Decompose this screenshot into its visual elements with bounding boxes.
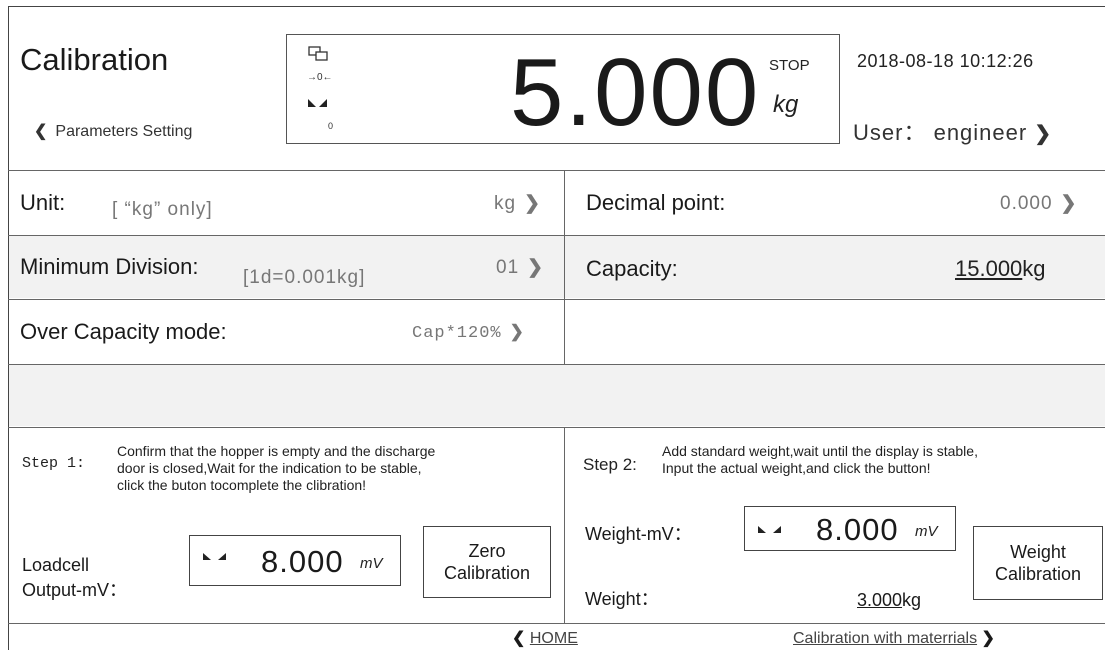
unit-label: Unit:: [20, 190, 66, 215]
step1-text-line: door is closed,Wait for the indication t…: [117, 460, 422, 476]
weight-calibration-button[interactable]: Weight Calibration: [973, 526, 1103, 600]
zero-icon: →0←: [307, 72, 333, 83]
capacity-unit: kg: [1022, 256, 1046, 281]
weight-value: 5.000: [510, 39, 761, 146]
step1-text-line: Confirm that the hopper is empty and the…: [117, 443, 436, 459]
weight-value: 3.000: [857, 590, 903, 610]
stable-icon: [203, 553, 226, 560]
loadcell-label-1: Loadcell: [22, 555, 90, 575]
zero-calibration-button[interactable]: Zero Calibration: [423, 526, 551, 598]
weight-calibration-line2: Calibration: [994, 564, 1082, 584]
status-label: STOP: [769, 57, 810, 74]
minimum-division-label: Minimum Division:: [20, 254, 199, 279]
minimum-division-hint: [1d=0.001kg]: [243, 267, 366, 288]
minimum-division-value-wrap: 01 ❯: [496, 256, 544, 279]
step2-text-line: Input the actual weight,and click the bu…: [662, 460, 931, 476]
stable-icon: [758, 526, 781, 533]
user-label: User：: [853, 120, 927, 145]
capacity-label: Capacity:: [586, 256, 678, 281]
capacity-value: 15.000: [955, 256, 1023, 281]
step1-heading: Step 1:: [22, 455, 86, 472]
network-icon: [308, 46, 328, 61]
weight-mv-unit: mV: [915, 523, 938, 540]
calibration-with-materials-label: Calibration with materrials: [793, 630, 978, 647]
step2-heading: Step 2:: [583, 455, 637, 474]
home-link[interactable]: ❮ HOME: [512, 628, 578, 648]
back-label: Parameters Setting: [55, 123, 193, 140]
back-parameters-setting-link[interactable]: ❮ Parameters Setting: [34, 121, 192, 141]
chevron-right-icon: ❯: [524, 193, 541, 214]
unit-value: kg: [494, 193, 517, 214]
page-title: Calibration: [20, 42, 169, 77]
home-label: HOME: [529, 630, 578, 647]
user-selector[interactable]: User： engineer ❯: [853, 115, 1052, 147]
weight-mv-display: 8.000 mV: [744, 506, 956, 551]
chevron-right-icon: ❯: [1034, 123, 1053, 145]
chevron-left-icon: ❮: [512, 630, 526, 647]
weight-label: Weight：: [585, 589, 659, 609]
chevron-right-icon: ❯: [527, 257, 545, 278]
loadcell-mv-display: 8.000 mV: [189, 535, 401, 586]
row-bg-empty: [9, 364, 1105, 426]
unit-value-wrap: kg ❯: [494, 192, 541, 215]
calibration-with-materials-link[interactable]: Calibration with materrials ❯: [793, 628, 995, 648]
capacity-value-wrap: 15.000kg: [955, 256, 1046, 282]
over-capacity-value: Cap*120%: [412, 324, 502, 343]
weight-display: →0← 0 5.000 STOP kg: [286, 34, 840, 144]
weight-unit: kg: [773, 91, 799, 118]
chevron-right-icon: ❯: [1060, 193, 1078, 214]
weight-mv-label: Weight-mV：: [585, 524, 692, 544]
weight-calibration-line1: Weight: [1010, 542, 1066, 562]
loadcell-label-2: Output-mV：: [22, 580, 128, 600]
decimal-point-value: 0.000: [1000, 193, 1053, 214]
decimal-point-value-wrap: 0.000 ❯: [1000, 192, 1077, 215]
chevron-left-icon: ❮: [34, 123, 48, 140]
unit-hint: [ “kg” only]: [112, 199, 213, 220]
weight-input[interactable]: 3.000kg: [857, 590, 921, 611]
loadcell-mv-value: 8.000: [261, 544, 344, 579]
over-capacity-value-wrap: Cap*120% ❯: [412, 322, 525, 343]
zero-count: 0: [328, 121, 334, 131]
step1-text-line: click the buton tocomplete the clibratio…: [117, 477, 367, 493]
decimal-point-label: Decimal point:: [586, 190, 726, 215]
over-capacity-label: Over Capacity mode:: [20, 319, 227, 344]
minimum-division-value: 01: [496, 257, 520, 278]
zero-calibration-line1: Zero: [468, 541, 506, 561]
zero-calibration-line2: Calibration: [443, 563, 531, 583]
datetime: 2018-08-18 10:12:26: [857, 51, 1034, 71]
weight-mv-value: 8.000: [816, 512, 899, 547]
step1-instructions: Confirm that the hopper is empty and the…: [117, 443, 435, 494]
chevron-right-icon: ❯: [981, 630, 995, 647]
stable-icon: [308, 99, 327, 107]
step2-instructions: Add standard weight,wait until the displ…: [662, 443, 978, 477]
loadcell-mv-unit: mV: [360, 555, 383, 572]
chevron-right-icon: ❯: [509, 322, 525, 341]
weight-unit: kg: [902, 590, 922, 610]
step2-text-line: Add standard weight,wait until the displ…: [662, 443, 978, 459]
user-name: engineer: [933, 120, 1028, 145]
